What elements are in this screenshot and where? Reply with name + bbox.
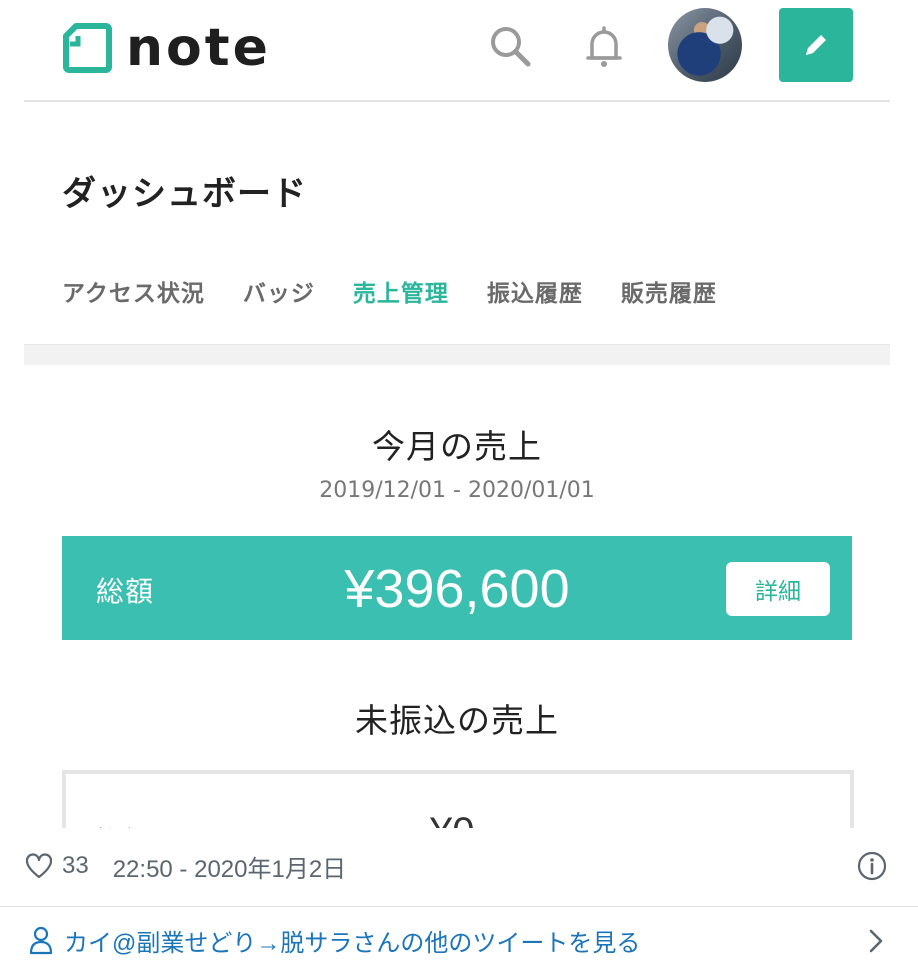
- user-avatar[interactable]: [668, 8, 742, 82]
- tab-sales-history[interactable]: 販売履歴: [621, 274, 717, 308]
- tab-badge[interactable]: バッジ: [243, 274, 315, 308]
- search-icon[interactable]: [486, 22, 534, 70]
- more-tweets-link[interactable]: カイ@副業せどり→脱サラさんの他のツイートを見る: [28, 922, 640, 958]
- chevron-right-icon[interactable]: [866, 928, 886, 954]
- monthly-sales-title: 今月の売上: [372, 427, 542, 466]
- sales-period: 2019/12/01 - 2020/01/01: [319, 478, 595, 503]
- unpaid-sales-title: 未振込の売上: [355, 701, 559, 740]
- pencil-icon: [806, 35, 826, 55]
- dashboard-tabs: アクセス状況 バッジ 売上管理 振込履歴 販売履歴: [62, 274, 755, 308]
- section-divider: [24, 344, 890, 365]
- logo-text: note: [126, 18, 271, 78]
- tab-access[interactable]: アクセス状況: [62, 274, 205, 308]
- tweet-meta: 33 22:50 - 2020年1月2日: [24, 846, 346, 886]
- note-header: note: [24, 0, 890, 102]
- unpaid-total-amount: ¥0: [430, 810, 475, 828]
- edit-post-button[interactable]: [779, 8, 853, 82]
- tab-sales-management[interactable]: 売上管理: [353, 274, 449, 308]
- like-count[interactable]: 33: [62, 852, 89, 880]
- heart-icon[interactable]: [24, 852, 54, 880]
- note-screenshot: note ダッシュボード アクセス状況 バッジ 売上管理 振込履歴 販売履歴 今…: [24, 0, 890, 828]
- person-icon: [29, 926, 53, 955]
- dashboard-title: ダッシュボード: [62, 174, 307, 214]
- detail-button[interactable]: 詳細: [726, 562, 830, 616]
- divider: [0, 906, 918, 907]
- tab-transfer-history[interactable]: 振込履歴: [487, 274, 583, 308]
- note-logo[interactable]: note: [62, 20, 271, 76]
- tweet-timestamp[interactable]: 22:50 - 2020年1月2日: [113, 849, 346, 884]
- monthly-total-bar: 総額 ¥396,600 詳細: [62, 536, 852, 640]
- info-icon[interactable]: [856, 850, 888, 882]
- note-logo-icon: [63, 23, 112, 73]
- unpaid-sales-box: 総額 ¥0: [62, 770, 854, 828]
- bell-icon[interactable]: [580, 22, 628, 70]
- unpaid-total-label: 総額: [94, 820, 150, 828]
- more-tweets-label: カイ@副業せどり→脱サラさんの他のツイートを見る: [64, 929, 641, 957]
